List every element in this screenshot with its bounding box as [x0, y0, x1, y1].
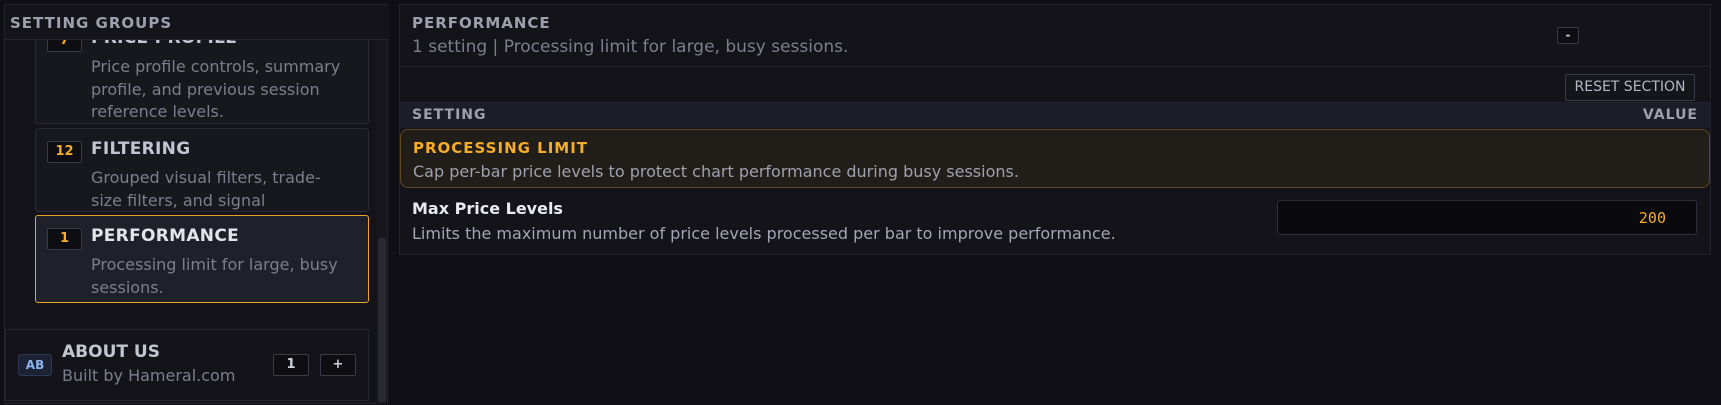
max-price-levels-input[interactable]	[1277, 200, 1697, 235]
group-count-badge: 7	[47, 40, 82, 52]
group-card-filtering[interactable]: 12 FILTERING Grouped visual filters, tra…	[35, 128, 369, 232]
group-count-badge: 12	[47, 141, 82, 163]
column-header-value: VALUE	[1642, 107, 1698, 123]
group-description: Processing limit for large, busy session…	[91, 255, 338, 297]
about-us-card[interactable]: AB ABOUT US Built by Hameral.com 1 +	[5, 329, 369, 401]
section-panel-title: PERFORMANCE	[412, 14, 551, 32]
about-us-title: ABOUT US	[62, 342, 160, 362]
setting-name: Max Price Levels	[412, 199, 563, 218]
about-us-icon: AB	[18, 354, 52, 376]
reset-section-button[interactable]: RESET SECTION	[1565, 74, 1695, 101]
subsection-description: Cap per-bar price levels to protect char…	[413, 162, 1019, 181]
section-panel-subtitle: 1 setting | Processing limit for large, …	[412, 37, 849, 57]
group-list-scrollbar[interactable]	[376, 40, 387, 404]
about-us-count-badge: 1	[273, 354, 309, 376]
setting-row-max-price-levels: Max Price Levels Limits the maximum numb…	[400, 189, 1710, 253]
group-description: Price profile controls, summary profile,…	[91, 57, 341, 121]
group-title: PERFORMANCE	[91, 226, 240, 246]
about-us-subtitle: Built by Hameral.com	[62, 366, 236, 385]
group-list: 7 PRICE PROFILE Price profile controls, …	[5, 40, 389, 329]
divider	[400, 66, 1710, 67]
group-title: PRICE PROFILE	[91, 40, 237, 48]
subsection-title: PROCESSING LIMIT	[413, 139, 589, 157]
scrollbar-thumb[interactable]	[378, 238, 386, 402]
settings-table-header: SETTING VALUE	[400, 102, 1710, 128]
group-count-badge: 1	[47, 228, 82, 250]
setting-groups-header: SETTING GROUPS	[5, 5, 389, 40]
section-panel: PERFORMANCE 1 setting | Processing limit…	[399, 4, 1711, 255]
subsection-header: PROCESSING LIMIT Cap per-bar price level…	[400, 129, 1710, 188]
setting-description: Limits the maximum number of price level…	[412, 224, 1116, 243]
group-card-performance[interactable]: 1 PERFORMANCE Processing limit for large…	[35, 215, 369, 303]
setting-groups-panel: SETTING GROUPS 7 PRICE PROFILE Price pro…	[4, 4, 389, 404]
group-title: FILTERING	[91, 139, 191, 159]
column-header-setting: SETTING	[412, 107, 487, 123]
collapse-button[interactable]: -	[1557, 27, 1579, 44]
group-card-price-profile[interactable]: 7 PRICE PROFILE Price profile controls, …	[35, 40, 369, 124]
expand-button[interactable]: +	[320, 354, 356, 376]
